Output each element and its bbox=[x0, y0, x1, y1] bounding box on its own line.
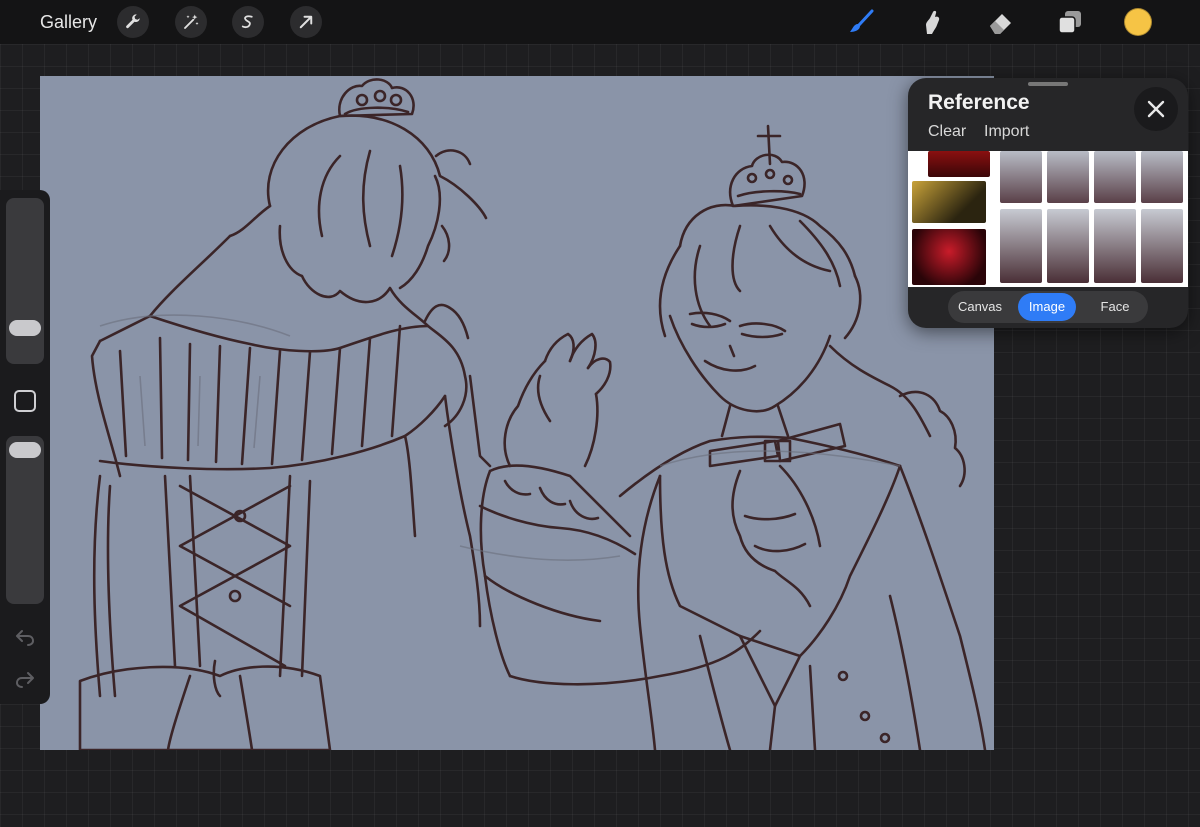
transform-button[interactable] bbox=[290, 6, 322, 38]
selection-s-icon bbox=[241, 15, 253, 29]
brush-icon bbox=[850, 9, 874, 32]
reference-mode-selector: Canvas Image Face bbox=[948, 291, 1148, 323]
color-picker-button[interactable] bbox=[1124, 8, 1152, 36]
close-button[interactable] bbox=[1134, 87, 1178, 131]
undo-icon bbox=[16, 630, 34, 646]
collage-thumb bbox=[1094, 151, 1136, 203]
mode-face[interactable]: Face bbox=[1084, 293, 1146, 321]
redo-icon bbox=[16, 672, 34, 688]
redo-button[interactable] bbox=[14, 668, 36, 690]
brush-opacity-slider[interactable] bbox=[6, 436, 44, 604]
brush-size-thumb[interactable] bbox=[9, 320, 41, 336]
gallery-button[interactable]: Gallery bbox=[40, 11, 97, 33]
modify-button[interactable] bbox=[14, 390, 36, 412]
selection-button[interactable] bbox=[232, 6, 264, 38]
layers-button[interactable] bbox=[1055, 7, 1085, 37]
collage-thumb bbox=[1000, 209, 1042, 283]
collage-thumb bbox=[928, 151, 990, 177]
eraser-tool-button[interactable] bbox=[986, 7, 1016, 37]
collage-thumb bbox=[912, 229, 986, 285]
import-button[interactable]: Import bbox=[984, 123, 1029, 141]
collage-thumb bbox=[1000, 151, 1042, 203]
clear-button[interactable]: Clear bbox=[928, 123, 966, 141]
smudge-icon bbox=[926, 10, 940, 34]
reference-panel[interactable]: Reference Clear Import Canvas Image Face bbox=[908, 78, 1188, 328]
collage-thumb bbox=[1047, 209, 1089, 283]
reference-image[interactable] bbox=[908, 151, 1188, 287]
brush-opacity-thumb[interactable] bbox=[9, 442, 41, 458]
actions-button[interactable] bbox=[117, 6, 149, 38]
top-toolbar: Gallery bbox=[0, 0, 1200, 44]
collage-thumb bbox=[1047, 151, 1089, 203]
wrench-icon bbox=[126, 14, 140, 29]
eraser-icon bbox=[990, 14, 1011, 34]
panel-drag-handle[interactable] bbox=[1028, 82, 1068, 86]
collage-thumb bbox=[912, 181, 986, 223]
transform-arrow-icon bbox=[299, 15, 313, 29]
brush-size-slider[interactable] bbox=[6, 198, 44, 364]
drawing-canvas[interactable] bbox=[40, 76, 994, 750]
mode-canvas[interactable]: Canvas bbox=[950, 293, 1010, 321]
magic-wand-icon bbox=[184, 14, 199, 29]
smudge-tool-button[interactable] bbox=[916, 7, 946, 37]
undo-button[interactable] bbox=[14, 626, 36, 648]
mode-image[interactable]: Image bbox=[1018, 293, 1076, 321]
layers-icon bbox=[1058, 11, 1081, 34]
adjustments-button[interactable] bbox=[175, 6, 207, 38]
collage-thumb bbox=[1141, 151, 1183, 203]
collage-thumb bbox=[1094, 209, 1136, 283]
brush-tool-button[interactable] bbox=[846, 7, 876, 37]
panel-title: Reference bbox=[928, 91, 1030, 114]
brush-sidebar bbox=[0, 190, 50, 704]
collage-thumb bbox=[1141, 209, 1183, 283]
close-icon bbox=[1147, 100, 1165, 118]
sketch-lineart bbox=[78, 78, 987, 750]
